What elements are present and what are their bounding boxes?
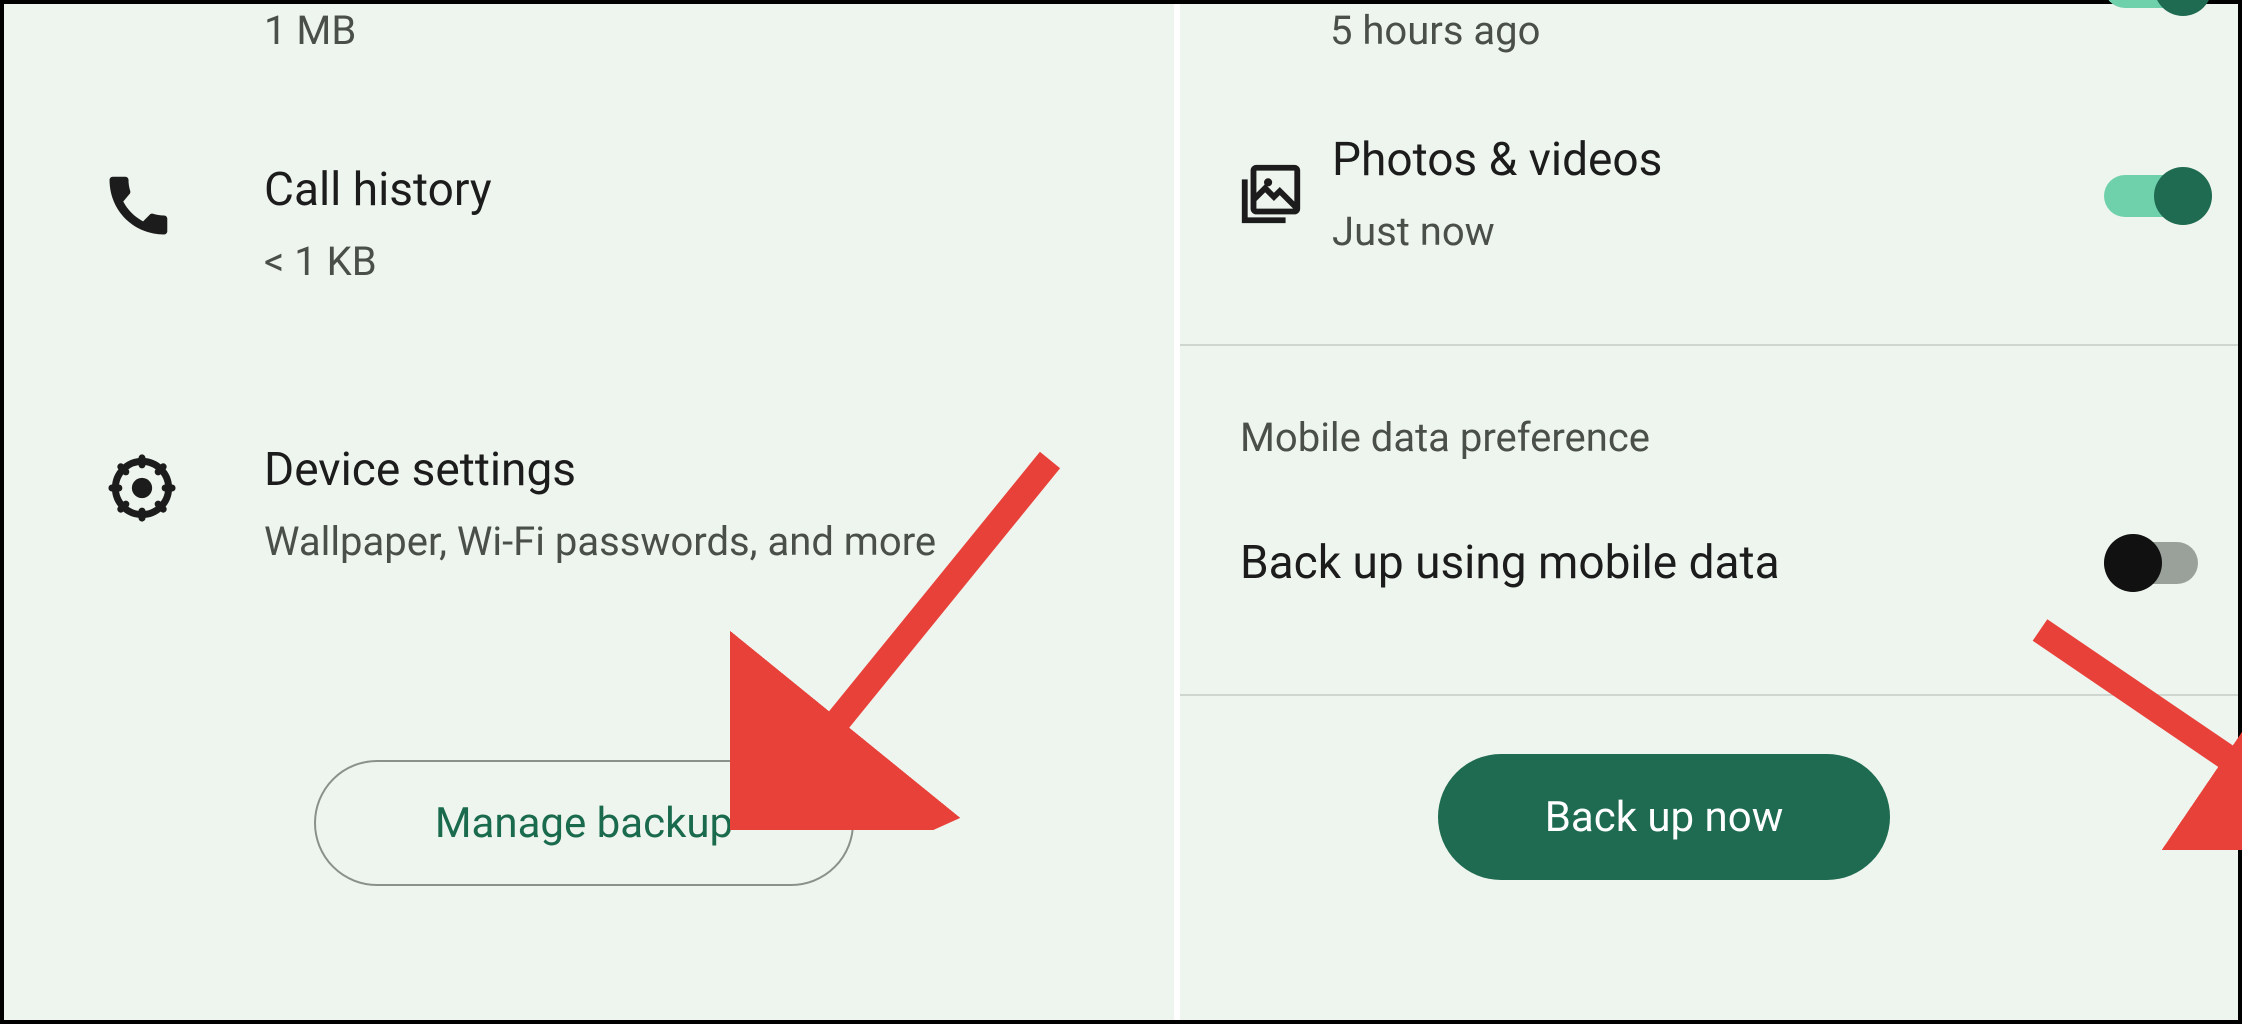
call-history-title: Call history — [264, 164, 1114, 217]
left-panel: 1 MB Call history < 1 KB — [4, 4, 1174, 1020]
row-mobile-data[interactable]: Back up using mobile data — [1240, 534, 2212, 592]
photos-sub: Just now — [1332, 205, 2104, 259]
device-settings-sub: Wallpaper, Wi-Fi passwords, and more — [264, 515, 1024, 569]
backup-now-button[interactable]: Back up now — [1438, 754, 1890, 880]
divider-2 — [1180, 694, 2238, 696]
device-settings-title: Device settings — [264, 444, 1114, 497]
photos-icon — [1236, 159, 1332, 233]
manage-backup-label: Manage backup — [435, 799, 733, 848]
phone-icon — [104, 170, 174, 240]
call-history-size: < 1 KB — [264, 235, 1114, 289]
mobile-data-title: Back up using mobile data — [1240, 536, 2104, 590]
backup-now-label: Back up now — [1545, 793, 1784, 842]
mobile-data-toggle[interactable] — [2104, 534, 2212, 592]
prev-item-time: 5 hours ago — [1330, 4, 1540, 58]
section-mobile-data-pref: Mobile data preference — [1240, 414, 1650, 461]
row-photos-videos[interactable]: Photos & videos Just now — [1236, 134, 2212, 259]
prev-item-size: 1 MB — [264, 4, 356, 58]
photos-title: Photos & videos — [1332, 134, 2104, 187]
photos-toggle[interactable] — [2104, 167, 2212, 225]
item-call-history[interactable]: Call history < 1 KB — [4, 164, 1174, 289]
right-panel: 5 hours ago Photos & videos Just now Mob… — [1180, 4, 2238, 1020]
gear-icon — [104, 450, 180, 526]
prev-item-toggle-partial[interactable] — [2104, 0, 2212, 16]
item-device-settings[interactable]: Device settings Wallpaper, Wi-Fi passwor… — [4, 444, 1174, 569]
manage-backup-button[interactable]: Manage backup — [314, 760, 854, 886]
divider-1 — [1180, 344, 2238, 346]
